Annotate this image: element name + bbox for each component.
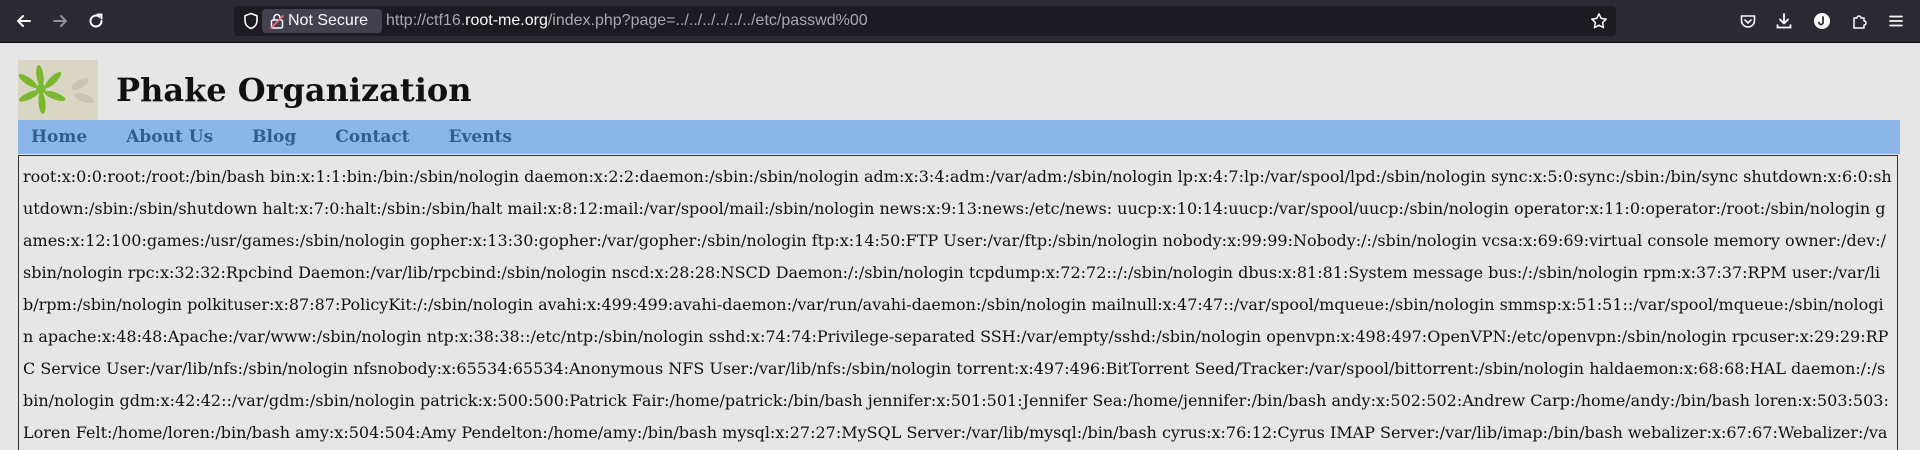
pocket-icon	[1740, 15, 1756, 28]
reload-icon	[89, 13, 103, 28]
nav-events[interactable]: Events	[449, 127, 512, 147]
lock-insecure-icon	[270, 13, 284, 29]
extensions-button[interactable]	[1846, 7, 1874, 35]
star-icon[interactable]	[1590, 12, 1608, 30]
site-header: Phake Organization	[18, 60, 471, 120]
download-icon	[1776, 13, 1792, 29]
url-path: /index.php?page=../../../../../../etc/pa…	[547, 12, 868, 29]
page-content: root:x:0:0:root:/root:/bin/bash bin:x:1:…	[18, 155, 1898, 450]
account-icon	[1814, 13, 1830, 29]
url-host: root-me.org	[465, 12, 548, 29]
hamburger-menu-icon	[1889, 15, 1903, 27]
forward-button[interactable]	[46, 7, 74, 35]
url-text[interactable]: http://ctf16.root-me.org/index.php?page=…	[386, 6, 868, 36]
puzzle-icon	[1853, 15, 1867, 29]
not-secure-indicator[interactable]: Not Secure	[262, 9, 382, 33]
site-logo	[18, 60, 98, 120]
flower-logo-icon	[18, 65, 94, 114]
not-secure-label: Not Secure	[288, 12, 369, 29]
nav-home[interactable]: Home	[31, 127, 87, 147]
nav-blog[interactable]: Blog	[252, 127, 296, 147]
url-prefix: http://ctf16.	[386, 12, 466, 29]
account-button[interactable]	[1808, 7, 1836, 35]
site-nav: Home About Us Blog Contact Events	[18, 120, 1900, 154]
nav-about-us[interactable]: About Us	[126, 127, 213, 147]
pocket-button[interactable]	[1734, 7, 1762, 35]
url-bar[interactable]: Not Secure http://ctf16.root-me.org/inde…	[234, 6, 1616, 36]
downloads-button[interactable]	[1770, 7, 1798, 35]
site-title: Phake Organization	[116, 71, 472, 109]
arrow-right-icon	[53, 15, 67, 27]
arrow-left-icon	[17, 15, 31, 27]
shield-icon[interactable]	[242, 12, 260, 30]
back-button[interactable]	[10, 7, 38, 35]
menu-button[interactable]	[1882, 7, 1910, 35]
nav-contact[interactable]: Contact	[335, 127, 409, 147]
browser-toolbar: Not Secure http://ctf16.root-me.org/inde…	[0, 0, 1920, 43]
reload-button[interactable]	[82, 7, 110, 35]
